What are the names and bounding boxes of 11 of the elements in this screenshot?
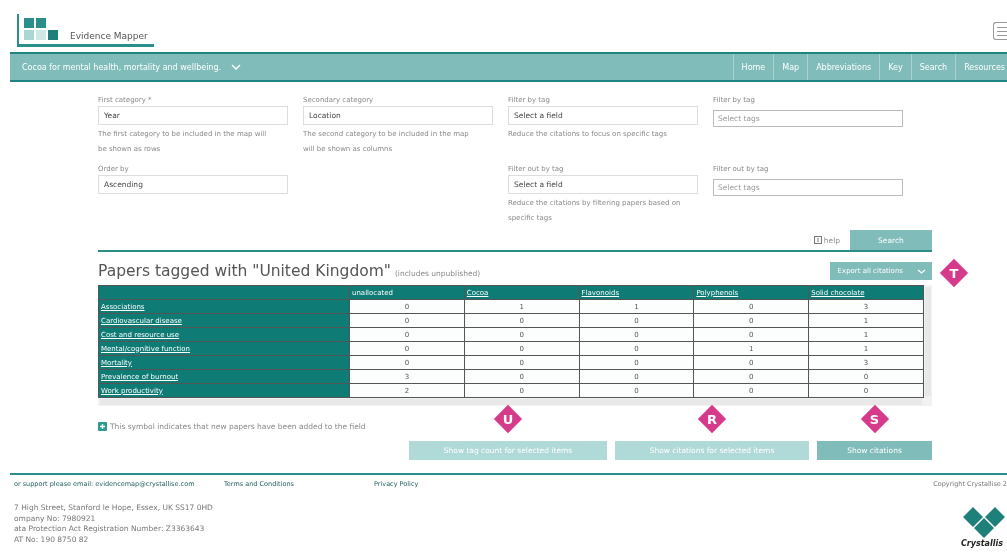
horizontal-scrollbar[interactable] bbox=[100, 399, 922, 405]
diamonds-icon bbox=[961, 505, 1007, 539]
company-logo: Crystallis bbox=[961, 505, 1007, 548]
plus-icon bbox=[98, 422, 107, 431]
menu-icon[interactable] bbox=[993, 22, 1007, 40]
logo[interactable]: Evidence Mapper bbox=[17, 14, 154, 47]
results-title: Papers tagged with "United Kingdom" bbox=[98, 262, 391, 280]
help-icon bbox=[813, 236, 822, 244]
chevron-down-icon bbox=[917, 268, 926, 274]
vertical-scrollbar[interactable] bbox=[925, 287, 931, 396]
chevron-down-icon bbox=[231, 64, 242, 70]
